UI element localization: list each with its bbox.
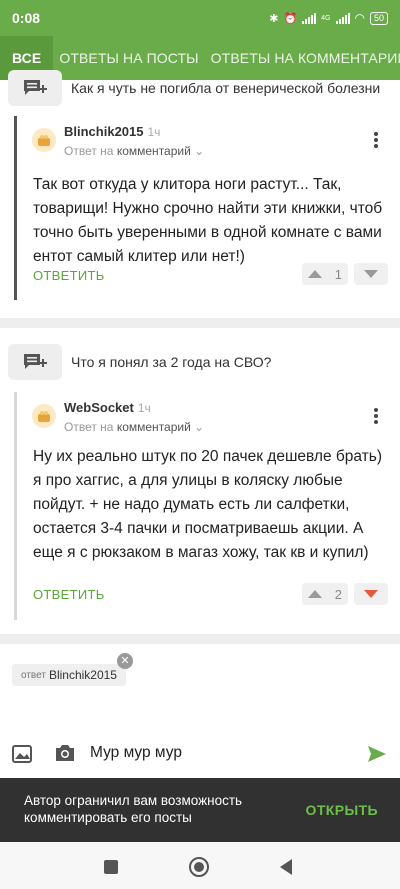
back-icon[interactable] <box>280 859 292 875</box>
downvote-icon <box>364 270 378 278</box>
downvote-button[interactable] <box>354 583 388 605</box>
status-icons: ✱ ⏰ 4G ◠ 50 <box>269 11 388 25</box>
rating-count: 1 <box>334 266 342 282</box>
reply-target-link[interactable]: комментарий <box>117 420 191 434</box>
upvote-icon <box>308 270 322 278</box>
comment-composer: Мур мур мур <box>0 735 400 773</box>
more-menu-icon[interactable] <box>368 130 384 150</box>
camera-icon[interactable] <box>54 743 76 768</box>
comment-input[interactable]: Мур мур мур <box>90 744 182 762</box>
comment-add-icon <box>8 70 62 106</box>
chevron-down-icon: ⌄ <box>194 144 205 158</box>
upvote-icon <box>308 590 322 598</box>
avatar[interactable] <box>32 404 56 428</box>
comment-time: 1ч <box>147 125 161 139</box>
upvote-button[interactable]: 2 <box>302 583 348 605</box>
rating-count: 2 <box>334 586 342 602</box>
post-title[interactable]: Как я чуть не погибла от венерической бо… <box>71 80 380 96</box>
restriction-banner: Автор ограничил вам возможность комменти… <box>0 778 400 842</box>
upvote-button[interactable]: 1 <box>302 263 348 285</box>
comment-add-icon <box>8 344 62 380</box>
battery-icon: 50 <box>369 11 388 25</box>
signal-icon <box>302 12 317 24</box>
chevron-down-icon: ⌄ <box>194 420 205 434</box>
status-time: 0:08 <box>12 10 41 26</box>
comment-author[interactable]: WebSocket 1ч <box>64 400 151 415</box>
send-icon[interactable] <box>366 744 388 769</box>
comment-time: 1ч <box>137 401 151 415</box>
more-menu-icon[interactable] <box>368 406 384 426</box>
avatar[interactable] <box>32 128 56 152</box>
comment-card: Blinchik2015 1ч Ответ на комментарий ⌄ Та… <box>14 116 400 300</box>
status-bar: 0:08 ✱ ⏰ 4G ◠ 50 <box>0 0 400 36</box>
comment-text: Ну их реально штук по 20 пачек дешевле б… <box>33 448 382 561</box>
thread-separator <box>0 318 400 328</box>
post-header[interactable]: Что я понял за 2 года на СВО? <box>0 344 400 380</box>
signal-icon-2 <box>335 12 350 24</box>
reply-to-line[interactable]: Ответ на комментарий ⌄ <box>64 420 204 434</box>
reply-target-link[interactable]: комментарий <box>117 144 191 158</box>
thread-line <box>14 116 17 300</box>
alarm-icon: ⏰ <box>283 12 298 25</box>
comment-author[interactable]: Blinchik2015 1ч <box>64 124 160 139</box>
post-header[interactable]: Как я чуть не погибла от венерической бо… <box>0 70 400 106</box>
wifi-icon: ◠ <box>354 11 365 25</box>
system-nav-bar <box>0 842 400 889</box>
image-icon[interactable] <box>12 745 32 768</box>
open-button[interactable]: ОТКРЫТЬ <box>306 802 378 818</box>
reply-target-chip: ответ Blinchik2015 <box>12 664 126 686</box>
post-title[interactable]: Что я понял за 2 года на СВО? <box>71 354 271 370</box>
reply-button[interactable]: ОТВЕТИТЬ <box>33 587 105 602</box>
home-icon[interactable] <box>189 857 209 877</box>
reply-to-line[interactable]: Ответ на комментарий ⌄ <box>64 144 204 158</box>
banner-text: Автор ограничил вам возможность комменти… <box>24 793 243 825</box>
reply-button[interactable]: ОТВЕТИТЬ <box>33 268 105 283</box>
downvote-icon <box>364 590 378 598</box>
comment-card: WebSocket 1ч Ответ на комментарий ⌄ Ну их… <box>14 392 400 620</box>
network-type-label: 4G <box>321 14 331 22</box>
downvote-button[interactable] <box>354 263 388 285</box>
thread-separator <box>0 634 400 644</box>
comment-text: Так вот откуда у клитора ноги растут... … <box>33 176 383 265</box>
close-icon[interactable]: ✕ <box>117 653 133 669</box>
thread-line <box>14 392 17 620</box>
bluetooth-icon: ✱ <box>269 12 279 25</box>
recents-icon[interactable] <box>104 860 118 874</box>
